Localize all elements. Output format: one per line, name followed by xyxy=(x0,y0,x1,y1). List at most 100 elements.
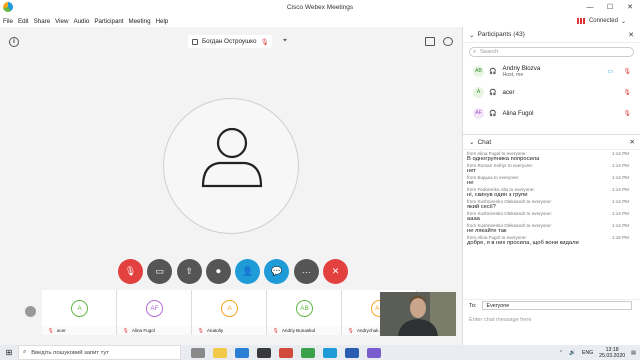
task-view-icon[interactable] xyxy=(191,347,205,358)
chevron-down-icon: ⌄ xyxy=(469,139,475,146)
menu-view[interactable]: View xyxy=(55,18,68,25)
side-panel: ⌄ Participants (43) ✕ Search AB 🎧 Andriy… xyxy=(462,27,640,345)
participants-title: Participants (43) xyxy=(477,31,525,38)
tile-name: acer xyxy=(56,328,66,333)
chrome-icon[interactable] xyxy=(301,347,315,358)
fullscreen-icon[interactable] xyxy=(443,37,453,46)
record-icon: ⏺ xyxy=(216,266,221,276)
mic-muted-icon: 🎙 xyxy=(348,327,354,333)
message-text: який сесії? xyxy=(467,204,496,210)
menu-file[interactable]: File xyxy=(3,18,13,25)
meeting-controls: 🎙 ▭ ⇧ ⏺ 👤 💬 ··· ✕ xyxy=(118,259,352,284)
tile-name: Andriy Bunaskul xyxy=(281,328,316,333)
chat-message: from Roman Snihyr to everyone: 1:14 PM нет xyxy=(467,163,633,174)
audio-icon: 🎧 xyxy=(489,69,497,75)
video-off-icon: ▭ xyxy=(155,266,165,276)
share-icon: ⇧ xyxy=(185,266,193,276)
menu-share[interactable]: Share xyxy=(34,18,51,25)
self-video-person-icon xyxy=(380,292,456,336)
tile-name: Anatoliy xyxy=(206,328,224,333)
file-explorer-icon[interactable] xyxy=(213,347,227,358)
message-time: 1:14 PM xyxy=(611,199,629,204)
recipient-select[interactable]: Everyone xyxy=(482,301,633,310)
maximize-button[interactable]: ☐ xyxy=(600,0,620,15)
record-button[interactable]: ⏺ xyxy=(205,259,231,284)
message-time: 1:14 PM xyxy=(611,151,629,156)
message-text: добре, я в них просила, щоб вони кидали xyxy=(467,240,579,246)
clock[interactable]: 13:18 25.03.2020 xyxy=(599,347,625,359)
close-window-button[interactable]: ✕ xyxy=(620,0,640,15)
filmstrip-tile[interactable]: A 🎙 Anatoliy xyxy=(192,290,267,335)
chat-message: from Alina Fugol to everyone: 1:15 PM добр… xyxy=(467,235,633,246)
participants-icon: 👤 xyxy=(242,266,254,276)
message-time: 1:15 PM xyxy=(611,235,629,240)
chat-message: from Бодька to everyone: 1:14 PM не xyxy=(467,175,633,186)
participant-search-input[interactable]: Search xyxy=(469,47,634,57)
layout-icon[interactable] xyxy=(425,37,435,46)
message-text: аааа xyxy=(467,216,480,222)
message-text: не лякайте так xyxy=(467,228,507,234)
notifications-icon[interactable]: ▤ xyxy=(631,350,636,356)
self-video-preview[interactable] xyxy=(380,292,456,336)
leave-button[interactable]: ✕ xyxy=(323,259,349,284)
participant-row[interactable]: AB 🎧 Andriy Blozva Host, me ▭ 🎙 xyxy=(463,61,640,82)
participants-header[interactable]: ⌄ Participants (43) ✕ xyxy=(463,27,640,43)
language-indicator[interactable]: ENG xyxy=(582,350,593,356)
search-icon: ⌕ xyxy=(23,349,27,355)
edge-icon[interactable] xyxy=(235,347,249,358)
taskbar-search[interactable]: ⌕ Введіть пошуковий запит тут xyxy=(18,345,181,360)
message-sender: from Бодька to everyone: xyxy=(467,175,520,180)
participant-row[interactable]: AF 🎧 Alina Fugol 🎙 xyxy=(463,103,640,124)
mic-muted-icon: 🎙 xyxy=(623,69,631,75)
message-sender: from Roman Snihyr to everyone: xyxy=(467,163,534,168)
mic-muted-icon: 🎙 xyxy=(623,111,631,117)
windows-taskbar: ⊞ ⌕ Введіть пошуковий запит тут ⌃ 🔊 ENG 1… xyxy=(0,345,640,360)
signal-bars-icon xyxy=(576,18,586,24)
app-icon[interactable] xyxy=(367,347,381,358)
store-icon[interactable] xyxy=(257,347,271,358)
message-time: 1:14 PM xyxy=(611,187,629,192)
minimize-button[interactable]: — xyxy=(580,0,600,15)
webex-taskbar-icon[interactable] xyxy=(323,347,337,358)
chat-button[interactable]: 💬 xyxy=(264,259,290,284)
meeting-info-icon[interactable]: i xyxy=(9,37,19,47)
more-button[interactable]: ··· xyxy=(293,259,319,284)
close-icon[interactable]: ✕ xyxy=(628,31,634,39)
menu-meeting[interactable]: Meeting xyxy=(129,18,151,25)
message-time: 1:14 PM xyxy=(611,223,629,228)
video-on-icon: ▭ xyxy=(607,69,613,75)
video-button[interactable]: ▭ xyxy=(147,259,173,284)
menu-help[interactable]: Help xyxy=(156,18,169,25)
menu-participant[interactable]: Participant xyxy=(94,18,123,25)
volume-icon[interactable]: 🔊 xyxy=(569,350,575,356)
tile-name: Andrychuk A xyxy=(356,328,383,333)
app-icon[interactable] xyxy=(279,347,293,358)
menu-edit[interactable]: Edit xyxy=(18,18,29,25)
to-label: To: xyxy=(469,302,477,309)
filmstrip-tile[interactable]: AB 🎙 Andriy Bunaskul xyxy=(267,290,342,335)
chat-message: from Alina Fugol to everyone: 1:14 PM В од… xyxy=(467,151,633,162)
menu-bar: File Edit Share View Audio Participant M… xyxy=(0,15,462,27)
tray-chevron-icon[interactable]: ⌃ xyxy=(559,350,563,356)
windows-start-icon[interactable]: ⊞ xyxy=(0,345,18,360)
chat-message: from Kushnirenko Oleksandr to everyone: 1… xyxy=(467,223,633,234)
filmstrip-tile[interactable]: A 🎙 acer xyxy=(42,290,117,335)
close-icon[interactable]: ✕ xyxy=(630,138,635,146)
chat-input[interactable]: Enter chat message here xyxy=(469,317,532,323)
connection-status[interactable]: Connected ⌄ xyxy=(462,15,640,27)
tile-name: Alina Fugol xyxy=(131,328,155,333)
pin-icon[interactable]: ⌖ xyxy=(280,37,290,47)
webex-window: Cisco Webex Meetings — ☐ ✕ File Edit Sha… xyxy=(0,0,640,360)
chat-header[interactable]: ⌄ Chat ✕ xyxy=(463,134,640,150)
participant-row[interactable]: A 🎧 acer 🎙 xyxy=(463,82,640,103)
participants-button[interactable]: 👤 xyxy=(235,259,261,284)
message-time: 1:14 PM xyxy=(611,175,629,180)
share-button[interactable]: ⇧ xyxy=(176,259,202,284)
message-time: 1:14 PM xyxy=(611,211,629,216)
menu-audio[interactable]: Audio xyxy=(73,18,89,25)
filmstrip-tile[interactable]: AF 🎙 Alina Fugol xyxy=(117,290,192,335)
clock-date: 25.03.2020 xyxy=(599,352,626,359)
word-icon[interactable] xyxy=(345,347,359,358)
avatar: AF xyxy=(473,108,484,119)
mute-button[interactable]: 🎙 xyxy=(118,259,143,284)
